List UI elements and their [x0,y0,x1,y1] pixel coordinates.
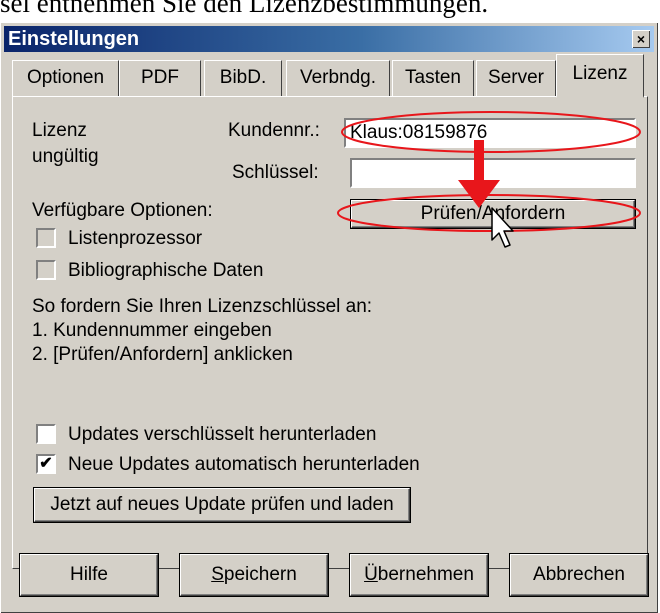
auto-updates-checkbox[interactable]: ✔ [36,454,56,474]
settings-dialog: Einstellungen × Optionen PDF BibD. Verbn… [0,22,658,613]
tab-label: Optionen [26,67,105,88]
cancel-button[interactable]: Abbrechen [510,554,648,596]
tab-optionen[interactable]: Optionen [12,60,119,96]
tab-label: Lizenz [572,63,628,84]
instructions-line1: So fordern Sie Ihren Lizenzschlüssel an: [32,296,373,317]
check-update-button[interactable]: Jetzt auf neues Update prüfen und laden [34,488,410,522]
license-status-line2: ungültig [32,146,99,167]
customer-number-field[interactable]: Klaus:08159876 [344,118,636,148]
apply-button[interactable]: Übernehmen [350,554,488,596]
save-accelerator: S [211,564,224,585]
license-status-line1: Lizenz [32,120,87,141]
tab-label: Verbndg. [299,67,377,88]
encrypted-updates-checkbox[interactable] [36,424,56,444]
caption-text: sel entnehmen Sie den Lizenzbestimmungen… [0,0,489,18]
help-button[interactable]: Hilfe [20,554,158,596]
window-title: Einstellungen [8,28,140,50]
save-label: peichern [223,564,297,585]
save-button[interactable]: Speichern [180,554,328,596]
tab-label: PDF [141,67,179,88]
instructions-line3: 2. [Prüfen/Anfordern] anklicken [32,344,293,365]
tab-label: Server [488,67,544,88]
bibliographic-data-checkbox[interactable] [36,260,56,280]
tab-bibd[interactable]: BibD. [204,60,282,96]
tab-label: BibD. [219,67,267,88]
listenprozessor-label: Listenprozessor [68,228,203,249]
tab-server[interactable]: Server [476,60,556,96]
instructions-line2: 1. Kundennummer eingeben [32,320,272,341]
options-heading: Verfügbare Optionen: [32,200,213,221]
title-bar: Einstellungen × [4,26,654,52]
customer-number-label: Kundennr.: [228,120,320,141]
apply-label: bernehmen [377,564,474,585]
tab-pdf[interactable]: PDF [119,60,201,96]
check-request-button[interactable]: Prüfen/Anfordern [351,200,635,228]
key-field[interactable] [350,158,636,188]
listenprozessor-checkbox[interactable] [36,228,56,248]
tab-verbndg[interactable]: Verbndg. [286,60,390,96]
tab-lizenz[interactable]: Lizenz [556,54,644,98]
bibliographic-data-label: Bibliographische Daten [68,260,264,281]
checkmark-icon: ✔ [39,455,53,472]
apply-accelerator: Ü [364,564,378,585]
tab-tasten[interactable]: Tasten [392,60,474,96]
key-label: Schlüssel: [232,162,319,183]
encrypted-updates-label: Updates verschlüsselt herunterladen [68,424,377,445]
auto-updates-label: Neue Updates automatisch herunterladen [68,454,420,475]
close-icon[interactable]: × [632,30,650,48]
tab-label: Tasten [405,67,461,88]
